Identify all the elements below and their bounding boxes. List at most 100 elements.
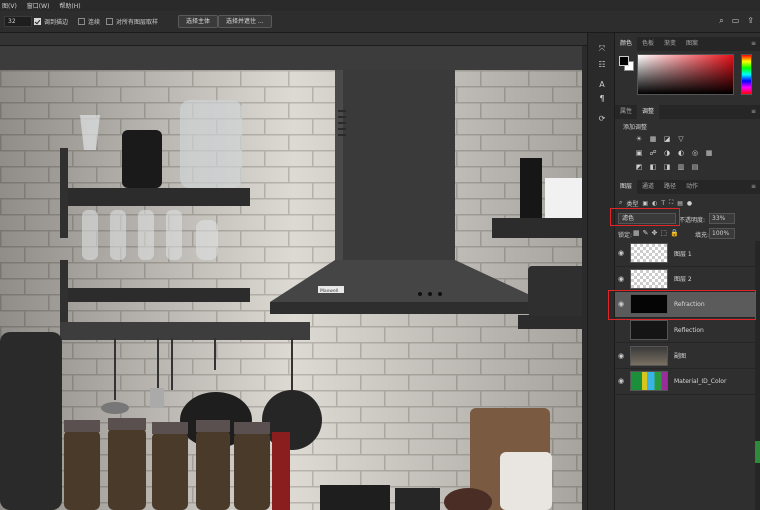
layer-name: 副图 [674,353,687,361]
menu-window[interactable]: 窗口(W) [27,1,50,10]
selective-color-icon[interactable]: ▤ [691,163,699,171]
color-picker-field[interactable] [637,54,734,95]
pot [528,266,587,316]
shelf-top [60,188,250,206]
adjust-panel-tabs: 属性 调整 ≡ [615,105,760,119]
filter-toggle-icon[interactable]: ● [687,200,692,207]
eye-icon[interactable]: ◉ [615,249,627,257]
black-white-icon[interactable]: ◐ [677,149,685,157]
sample-all-checkbox[interactable]: 调到描边 [34,17,68,26]
filter-adjust-icon[interactable]: ◐ [652,200,657,207]
brush-size-field[interactable]: 32 [4,16,32,27]
layer-thumbnail [630,345,668,366]
vibrance-icon[interactable]: ▣ [635,149,643,157]
opacity-field[interactable]: 33% [709,213,735,224]
transform-icon[interactable]: ⟳ [596,113,608,125]
all-layers-checkbox[interactable]: 对所有图层取样 [106,17,158,26]
white-jar [500,452,552,510]
paragraph-icon[interactable]: ¶ [596,93,608,105]
threshold-icon[interactable]: ◨ [663,163,671,171]
tab-color[interactable]: 颜色 [615,37,638,51]
all-layers-label: 对所有图层取样 [116,19,159,26]
hue-slider[interactable] [741,54,752,95]
photo-filter-icon[interactable]: ◎ [691,149,699,157]
filter-text-icon[interactable]: T [661,200,665,207]
contiguous-checkbox[interactable]: 连续 [78,17,100,26]
foreground-swatch[interactable] [619,56,629,66]
tab-channels[interactable]: 通道 [637,180,659,194]
menu-view[interactable]: 图(V) [2,1,17,10]
tab-adjustments[interactable]: 调整 [637,105,660,119]
layers-scrollbar[interactable] [755,241,760,510]
options-bar: 32 调到描边 连续 对所有图层取样 选择主体 选择并遮住 ... ⌕ ▭ ⇪ [0,11,760,33]
channel-mixer-icon[interactable]: ▦ [705,149,713,157]
share-icon[interactable]: ⇪ [747,16,754,26]
panel-menu-icon[interactable]: ≡ [746,105,760,119]
tab-swatches[interactable]: 色板 [637,37,659,51]
panel-menu-icon[interactable]: ≡ [746,180,760,194]
select-subject-button[interactable]: 选择主体 [178,15,219,28]
eye-icon[interactable]: ◉ [615,377,627,385]
checkbox-unchecked[interactable] [78,18,85,25]
filter-pixel-icon[interactable]: ▣ [642,200,648,207]
text-ai-icon[interactable]: A [596,79,608,91]
invert-icon[interactable]: ◩ [635,163,643,171]
filter-shape-icon[interactable]: ⛶ [669,199,673,207]
tab-gradient[interactable]: 渐变 [659,37,681,51]
layer-row-layer2[interactable]: ◉ 图层 2 [615,267,755,293]
layer-row-material-id[interactable]: ◉ Material_ID_Color [615,369,755,395]
annotation-box-refraction-layer [608,290,756,320]
lock-icons[interactable]: ▦✎✥⬚🔒 [633,229,682,237]
layer-thumbnail [630,243,668,264]
exposure-icon[interactable]: ▽ [677,135,685,143]
menu-help[interactable]: 帮助(H) [59,1,80,10]
layer-name: 图层 2 [674,276,692,284]
tab-properties[interactable]: 属性 [615,105,637,119]
layer-row-reflection[interactable]: ◉ Reflection [615,318,755,344]
eye-hidden-icon[interactable]: ◉ [615,326,627,334]
select-and-mask-button[interactable]: 选择并遮住 ... [218,15,272,28]
layer-row-base[interactable]: ◉ 副图 [615,343,755,369]
gradient-map-icon[interactable]: ▥ [677,163,685,171]
document-tab-strip [0,33,587,46]
layer-thumbnail [630,320,668,341]
filter-smart-icon[interactable]: ▤ [677,200,683,207]
canvas-pasteboard [0,46,587,70]
tab-paths[interactable]: 路径 [659,180,681,194]
scroll-thumb[interactable] [755,441,760,463]
document-image[interactable]: Maxwell [0,70,587,510]
layer-name: 图层 1 [674,250,692,258]
adjustment-row-1: ☀ ▦ ◪ ▽ [635,135,685,143]
black-jar [122,130,162,188]
arrange-icon[interactable]: ⤧ [596,43,608,55]
opacity-label: 不透明度: [679,217,706,224]
levels-icon[interactable]: ▦ [649,135,657,143]
hue-saturation-icon[interactable]: ☍ [649,149,657,157]
tab-pattern[interactable]: 图案 [681,37,703,51]
eye-icon[interactable]: ◉ [615,275,627,283]
color-balance-icon[interactable]: ◑ [663,149,671,157]
search-icon[interactable]: ⌕ [719,16,723,26]
adjustment-row-2: ▣ ☍ ◑ ◐ ◎ ▦ [635,149,713,157]
posterize-icon[interactable]: ◧ [649,163,657,171]
contiguous-label: 连续 [88,19,101,26]
window-arrange-icon[interactable]: ▭ [732,16,740,26]
adjust-icon[interactable]: ☷ [596,59,608,71]
panel-menu-icon[interactable]: ≡ [746,37,760,51]
filter-kind-select[interactable]: 类型 [626,199,638,208]
add-adjustment-title: 添加调整 [623,124,648,131]
fill-field[interactable]: 100% [709,228,735,239]
fill-label: 填充: [695,232,710,239]
tab-layers[interactable]: 图层 [615,180,638,194]
checkbox-unchecked[interactable] [106,18,113,25]
eye-icon[interactable]: ◉ [615,352,627,360]
layer-row-layer1[interactable]: ◉ 图层 1 [615,241,755,267]
curves-icon[interactable]: ◪ [663,135,671,143]
lock-label: 锁定: [618,232,633,239]
brightness-icon[interactable]: ☀ [635,135,643,143]
hood-chimney [335,70,455,260]
utensil-rail [60,322,310,340]
tab-actions[interactable]: 动作 [681,180,703,194]
filter-search-icon[interactable]: ⌕ [619,199,622,207]
checkbox-checked[interactable] [34,18,41,25]
